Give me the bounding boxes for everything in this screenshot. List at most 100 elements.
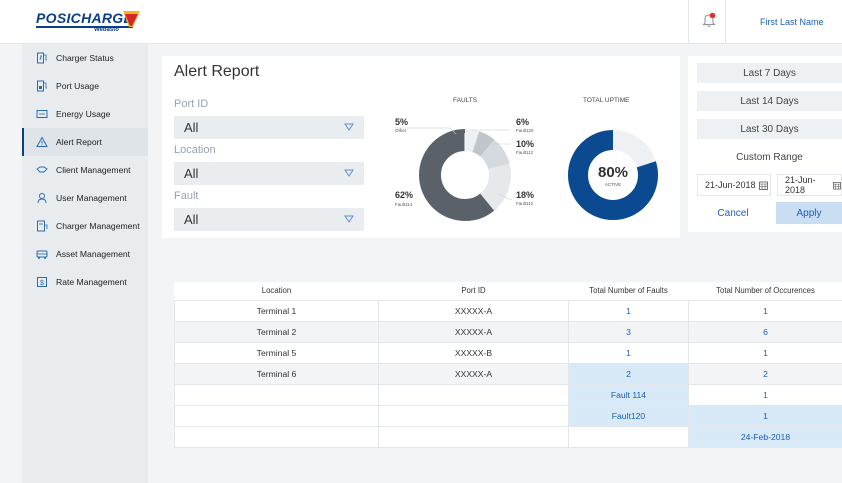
sidebar-item-label: Port Usage [56,81,99,91]
location-label: Location [174,144,216,156]
port-id-label: Port ID [174,98,209,110]
start-date-field[interactable]: 21-Jun-2018 [697,174,771,196]
table-row[interactable]: Terminal 6 XXXXX-A 2 2 [174,363,842,385]
cell-occurrences[interactable]: 2 [688,363,842,385]
cell-occurrence-date[interactable]: 24-Feb-2018 [688,426,842,448]
posicharge-logo[interactable]: POSICHARGE Webasto [36,10,146,36]
faults-label-pct: 6% [516,117,530,127]
cell-fault-name[interactable]: Fault 114 [568,384,689,406]
cell-port-id [378,384,569,406]
uptime-label: ACTIVE [604,182,622,187]
cell-faults [568,426,689,448]
calendar-icon [833,181,841,189]
chevron-down-icon [344,123,354,131]
sidebar-item-label: Alert Report [56,137,102,147]
sidebar-item-charger-management[interactable]: Charger Management [22,212,148,240]
sidebar-item-rate-management[interactable]: $ Rate Management [22,268,148,296]
sidebar-item-port-usage[interactable]: Port Usage [22,72,148,100]
cancel-button[interactable]: Cancel [700,202,766,224]
table-header-row: Location Port ID Total Number of Faults … [174,282,842,301]
fault-value: All [184,212,199,227]
rate-icon: $ [36,276,48,288]
cell-location: Terminal 1 [174,300,379,322]
cell-port-id: XXXXX-A [378,321,569,343]
cell-faults[interactable]: 1 [568,300,689,322]
sidebar-item-label: Charger Status [56,53,114,63]
location-value: All [184,166,199,181]
energy-icon [36,108,48,120]
cell-faults[interactable]: 2 [568,363,689,385]
bell-alert-icon[interactable] [702,12,716,33]
chevron-down-icon [344,169,354,177]
cell-port-id: XXXXX-B [378,342,569,364]
range-last-30-days[interactable]: Last 30 Days [697,119,842,139]
svg-text:$: $ [40,280,44,287]
cell-occurrences[interactable]: 6 [688,321,842,343]
client-icon [36,164,48,176]
cell-faults[interactable]: 3 [568,321,689,343]
cell-location: Terminal 5 [174,342,379,364]
column-header-total-occurrences[interactable]: Total Number of Occurences [688,282,842,301]
cell-location [174,426,379,448]
cell-location [174,384,379,406]
sidebar-item-asset-management[interactable]: Asset Management [22,240,148,268]
range-custom[interactable]: Custom Range [697,147,842,167]
sidebar-item-energy-usage[interactable]: Energy Usage [22,100,148,128]
header-divider [725,0,726,44]
sidebar-item-label: Energy Usage [56,109,111,119]
range-last-7-days[interactable]: Last 7 Days [697,63,842,83]
sidebar-item-label: Client Management [56,165,131,175]
table-row[interactable]: Fault 114 1 [174,384,842,406]
port-id-value: All [184,120,199,135]
cell-occurrences[interactable]: 1 [688,342,842,364]
start-date-value: 21-Jun-2018 [705,180,756,190]
port-icon [36,80,48,92]
fault-label: Fault [174,190,199,202]
location-select[interactable]: All [174,162,364,185]
user-name-menu[interactable]: First Last Name [760,17,824,27]
table-row[interactable]: 24-Feb-2018 [174,426,842,448]
cell-occurrences[interactable]: 1 [688,300,842,322]
end-date-value: 21-Jun-2018 [785,175,816,195]
end-date-field[interactable]: 21-Jun-2018 [777,174,842,196]
sidebar-item-label: Charger Management [56,221,140,231]
column-header-location[interactable]: Location [174,282,379,301]
table-row[interactable]: Terminal 5 XXXXX-B 1 1 [174,342,842,364]
sidebar-item-label: User Management [56,193,127,203]
cell-fault-name[interactable]: Fault120 [568,405,689,427]
fault-select[interactable]: All [174,208,364,231]
sidebar: Charger Status Port Usage Energy Usage A… [22,44,148,483]
faults-label-name: Fault120 [516,128,534,133]
header-divider [688,0,689,44]
sidebar-item-alert-report[interactable]: Alert Report [22,128,148,156]
table-row[interactable]: Terminal 1 XXXXX-A 1 1 [174,300,842,322]
chevron-down-icon [344,215,354,223]
table-row[interactable]: Terminal 2 XXXXX-A 3 6 [174,321,842,343]
apply-button[interactable]: Apply [776,202,842,224]
cell-port-id: XXXXX-A [378,363,569,385]
cell-location: Terminal 6 [174,363,379,385]
sidebar-item-user-management[interactable]: User Management [22,184,148,212]
faults-label-pct: 62% [395,190,414,200]
port-id-select[interactable]: All [174,116,364,139]
warning-icon [36,136,48,148]
faults-label-name: Fault112 [516,150,534,155]
faults-label-pct: 18% [516,190,535,200]
faults-label-pct: 10% [516,139,535,149]
range-last-14-days[interactable]: Last 14 Days [697,91,842,111]
cell-occurrences[interactable]: 1 [688,405,842,427]
cell-port-id: XXXXX-A [378,300,569,322]
cell-faults[interactable]: 1 [568,342,689,364]
sidebar-item-charger-status[interactable]: Charger Status [22,44,148,72]
top-header: POSICHARGE Webasto First Last Name [0,0,842,44]
sidebar-item-client-management[interactable]: Client Management [22,156,148,184]
cell-occurrences[interactable]: 1 [688,384,842,406]
column-header-total-faults[interactable]: Total Number of Faults [568,282,689,301]
cell-port-id [378,426,569,448]
faults-label-name: Fault114 [395,202,413,207]
sidebar-item-label: Asset Management [56,249,131,259]
column-header-port-id[interactable]: Port ID [378,282,569,301]
cell-location [174,405,379,427]
cell-location: Terminal 2 [174,321,379,343]
table-row[interactable]: Fault120 1 [174,405,842,427]
